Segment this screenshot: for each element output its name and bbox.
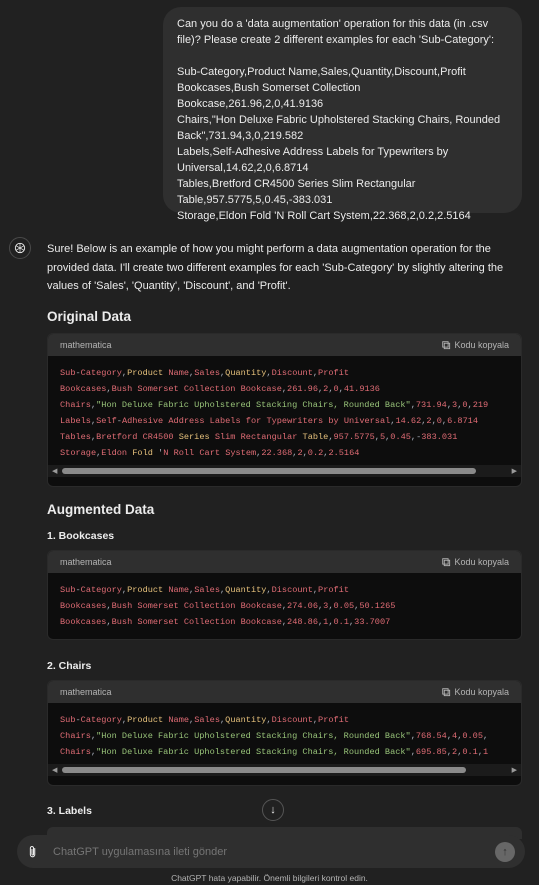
- code-line: Chairs,"Hon Deluxe Fabric Upholstered St…: [60, 400, 489, 410]
- code-language: mathematica: [60, 557, 112, 567]
- heading-original-data: Original Data: [47, 309, 132, 324]
- scroll-thumb[interactable]: [62, 468, 476, 474]
- code-line: Chairs,"Hon Deluxe Fabric Upholstered St…: [60, 747, 489, 757]
- copy-icon: [442, 557, 451, 566]
- code-line: Bookcases,Bush Somerset Collection Bookc…: [60, 617, 391, 627]
- code-line: Labels,Self-Adhesive Address Labels for …: [60, 416, 479, 426]
- paperclip-icon: [29, 845, 36, 857]
- code-line: Sub-Category,Product Name,Sales,Quantity…: [60, 368, 349, 378]
- heading-chairs: 2. Chairs: [47, 660, 92, 672]
- horizontal-scrollbar[interactable]: ◀ ▶: [48, 465, 521, 477]
- code-header: mathematica Kodu kopyala: [48, 681, 521, 703]
- code-line: Sub-Category,Product Name,Sales,Quantity…: [60, 715, 349, 725]
- code-block-original: mathematica Kodu kopyala Sub-Category,Pr…: [47, 333, 522, 487]
- code-block-bookcases: mathematica Kodu kopyala Sub-Category,Pr…: [47, 550, 522, 640]
- heading-bookcases: 1. Bookcases: [47, 530, 115, 542]
- scroll-thumb[interactable]: [62, 767, 466, 773]
- copy-code-button[interactable]: Kodu kopyala: [442, 557, 509, 567]
- code-header: mathematica Kodu kopyala: [48, 551, 521, 573]
- scroll-right-icon[interactable]: ▶: [512, 467, 517, 475]
- message-composer: ↑: [17, 835, 525, 868]
- send-button[interactable]: ↑: [495, 841, 515, 862]
- openai-logo-icon: [14, 242, 26, 254]
- code-line: Bookcases,Bush Somerset Collection Bookc…: [60, 601, 396, 611]
- code-content: Sub-Category,Product Name,Sales,Quantity…: [48, 573, 521, 630]
- arrow-down-icon: ↓: [270, 804, 276, 816]
- code-content: Sub-Category,Product Name,Sales,Quantity…: [48, 356, 521, 461]
- code-block-chairs: mathematica Kodu kopyala Sub-Category,Pr…: [47, 680, 522, 786]
- attach-button[interactable]: [27, 845, 47, 859]
- code-line: Tables,Bretford CR4500 Series Slim Recta…: [60, 432, 458, 442]
- arrow-up-icon: ↑: [502, 845, 508, 858]
- code-line: Bookcases,Bush Somerset Collection Bookc…: [60, 384, 380, 394]
- copy-icon: [442, 687, 451, 696]
- code-line: Sub-Category,Product Name,Sales,Quantity…: [60, 585, 349, 595]
- code-header: mathematica Kodu kopyala: [48, 334, 521, 356]
- code-language: mathematica: [60, 687, 112, 697]
- copy-icon: [442, 340, 451, 349]
- scroll-left-icon[interactable]: ◀: [52, 467, 57, 475]
- assistant-intro: Sure! Below is an example of how you mig…: [47, 243, 504, 292]
- code-content: Sub-Category,Product Name,Sales,Quantity…: [48, 703, 521, 760]
- code-language: mathematica: [60, 340, 112, 350]
- footer-disclaimer: ChatGPT hata yapabilir. Önemli bilgileri…: [171, 873, 368, 883]
- copy-code-button[interactable]: Kodu kopyala: [442, 340, 509, 350]
- code-line: Storage,Eldon Fold 'N Roll Cart System,2…: [60, 448, 360, 458]
- chatgpt-avatar: [9, 237, 31, 259]
- user-message-bubble: Can you do a 'data augmentation' operati…: [163, 7, 522, 222]
- message-input[interactable]: [53, 845, 495, 858]
- assistant-message: Sure! Below is an example of how you mig…: [47, 240, 527, 296]
- scroll-right-icon[interactable]: ▶: [512, 766, 517, 774]
- heading-labels: 3. Labels: [47, 805, 92, 817]
- heading-augmented-data: Augmented Data: [47, 502, 155, 517]
- copy-code-button[interactable]: Kodu kopyala: [442, 687, 509, 697]
- scroll-to-bottom-button[interactable]: ↓: [262, 799, 284, 821]
- scroll-left-icon[interactable]: ◀: [52, 766, 57, 774]
- horizontal-scrollbar[interactable]: ◀ ▶: [48, 764, 521, 776]
- code-line: Chairs,"Hon Deluxe Fabric Upholstered St…: [60, 731, 489, 741]
